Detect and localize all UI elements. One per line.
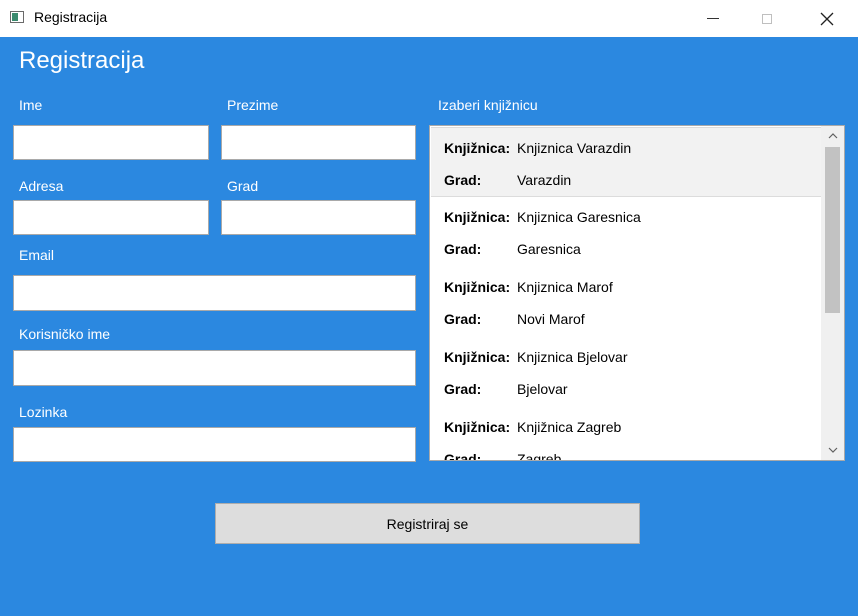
lozinka-label: Lozinka <box>19 404 68 420</box>
window-title: Registracija <box>34 9 108 25</box>
list-item[interactable]: Knjižnica: Knjižnica Zagreb Grad: Zagreb <box>431 407 821 461</box>
page-title: Registracija <box>19 47 145 74</box>
library-list[interactable]: Knjižnica: Knjiznica Varazdin Grad: Varazd… <box>429 125 845 461</box>
list-item[interactable]: Knjižnica: Knjiznica Varazdin Grad: Varazd… <box>431 127 821 197</box>
city-key: Grad: <box>444 451 482 461</box>
list-item[interactable]: Knjižnica: Knjiznica Garesnica Grad: Gares… <box>431 197 821 267</box>
close-icon <box>820 12 834 25</box>
library-city: Garesnica <box>517 241 581 257</box>
chevron-down-icon <box>828 447 837 453</box>
library-name: Knjižnica Zagreb <box>517 419 622 435</box>
ime-field[interactable] <box>13 125 209 160</box>
register-button[interactable]: Registriraj se <box>215 503 640 544</box>
ime-label: Ime <box>19 97 43 113</box>
maximize-icon <box>762 13 772 24</box>
library-city: Novi Marof <box>517 311 585 327</box>
close-button[interactable] <box>804 0 850 37</box>
city-key: Grad: <box>444 172 482 188</box>
library-key: Knjižnica: <box>444 140 511 156</box>
scroll-thumb[interactable] <box>825 147 840 313</box>
grad-label: Grad <box>227 178 259 194</box>
city-key: Grad: <box>444 381 482 397</box>
library-key: Knjižnica: <box>444 279 511 295</box>
scroll-down-button[interactable] <box>821 440 844 460</box>
grad-field[interactable] <box>221 200 416 235</box>
library-key: Knjižnica: <box>444 349 511 365</box>
vertical-scrollbar[interactable] <box>821 126 844 460</box>
library-name: Knjiznica Marof <box>517 279 613 295</box>
title-bar: Registracija <box>0 0 858 37</box>
minimize-icon <box>707 18 719 19</box>
adresa-label: Adresa <box>19 178 64 194</box>
chevron-up-icon <box>828 133 837 139</box>
email-field[interactable] <box>13 275 416 311</box>
prezime-label: Prezime <box>227 97 279 113</box>
email-label: Email <box>19 247 55 263</box>
list-item[interactable]: Knjižnica: Knjiznica Marof Grad: Novi Maro… <box>431 267 821 337</box>
scroll-up-button[interactable] <box>821 126 844 146</box>
library-name: Knjiznica Bjelovar <box>517 349 628 365</box>
minimize-button[interactable] <box>690 0 736 37</box>
city-key: Grad: <box>444 311 482 327</box>
korisnicko-ime-field[interactable] <box>13 350 416 386</box>
library-key: Knjižnica: <box>444 419 511 435</box>
library-name: Knjiznica Varazdin <box>517 140 632 156</box>
lozinka-field[interactable] <box>13 427 416 462</box>
library-key: Knjižnica: <box>444 209 511 225</box>
library-name: Knjiznica Garesnica <box>517 209 641 225</box>
app-icon <box>10 11 24 23</box>
maximize-button[interactable] <box>744 0 790 37</box>
korisnicko-ime-label: Korisničko ime <box>19 326 111 342</box>
library-city: Varazdin <box>517 172 572 188</box>
library-city: Zagreb <box>517 451 562 461</box>
registration-form: Registracija Ime Prezime Adresa Grad Ema… <box>0 37 858 616</box>
adresa-field[interactable] <box>13 200 209 235</box>
city-key: Grad: <box>444 241 482 257</box>
prezime-field[interactable] <box>221 125 416 160</box>
library-city: Bjelovar <box>517 381 568 397</box>
list-item[interactable]: Knjižnica: Knjiznica Bjelovar Grad: Bjelov… <box>431 337 821 407</box>
library-list-label: Izaberi knjižnicu <box>438 97 538 113</box>
